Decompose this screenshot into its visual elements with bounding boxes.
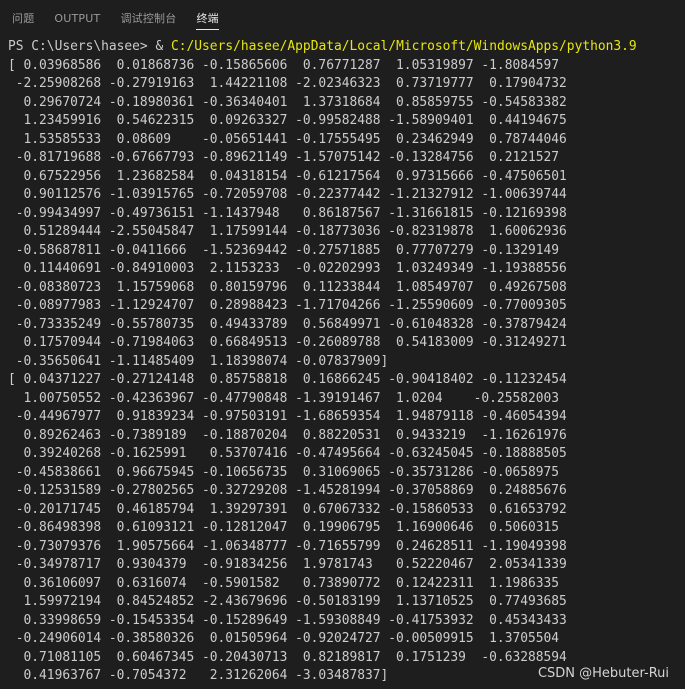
prompt-text: PS C:\Users\hasee> <box>8 39 156 54</box>
tab-problems[interactable]: 问题 <box>2 0 44 36</box>
terminal-output-line: 0.33998659 -0.15453354 -0.15289649 -1.59… <box>8 612 567 628</box>
terminal-output-line: [ 0.04371227 -0.27124148 0.85758818 0.16… <box>8 372 567 387</box>
terminal-output-line: 0.39240268 -0.1625991 0.53707416 -0.4749… <box>8 446 567 461</box>
terminal-output-line: -0.73079376 1.90575664 -1.06348777 -0.71… <box>8 538 567 554</box>
terminal-output-line: -0.58687811 -0.0411666 -1.52369442 -0.27… <box>8 242 560 258</box>
tab-debug-console[interactable]: 调试控制台 <box>110 0 186 36</box>
terminal-output-line: 0.11440691 -0.84910003 2.1153233 -0.0220… <box>8 261 567 276</box>
terminal-output-line: -2.25908268 -0.27919163 1.44221108 -2.02… <box>8 76 567 91</box>
terminal-output-line: 0.89262463 -0.7389189 -0.18870204 0.8822… <box>8 427 567 443</box>
terminal-output-line: 0.90112576 -1.03915765 -0.72059708 -0.22… <box>8 187 567 202</box>
terminal-output-line: -0.08380723 1.15759068 0.80159796 0.1123… <box>8 279 567 295</box>
terminal-output-line: 1.23459916 0.54622315 0.09263327 -0.9958… <box>8 113 567 128</box>
watermark: CSDN @Hebuter-Rui <box>537 666 669 681</box>
terminal-output-line: -0.99434997 -0.49736151 -1.1437948 0.861… <box>8 205 567 221</box>
terminal-output-line: [ 0.03968586 0.01868736 -0.15865606 0.76… <box>8 57 560 73</box>
terminal-output-line: -0.73335249 -0.55780735 0.49433789 0.568… <box>8 316 567 332</box>
terminal-output-line: -0.24906014 -0.38580326 0.01505964 -0.92… <box>8 631 560 646</box>
terminal-output-line: -0.45838661 0.96675945 -0.10656735 0.310… <box>8 464 560 480</box>
terminal-output-line: 1.00750552 -0.42363967 -0.47790848 -1.39… <box>8 390 560 406</box>
terminal-output-line: 0.67522956 1.23682584 0.04318154 -0.6121… <box>8 168 567 184</box>
terminal-output-line: -0.44967977 0.91839234 -0.97503191 -1.68… <box>8 409 567 424</box>
terminal-output-line: -0.34978717 0.9304379 -0.91834256 1.9781… <box>8 557 567 572</box>
terminal-output-line: -0.20171745 0.46185794 1.39297391 0.6706… <box>8 501 567 517</box>
terminal-output-line: -0.12531589 -0.27802565 -0.32729208 -1.4… <box>8 483 567 498</box>
terminal-output-line: -0.81719688 -0.67667793 -0.89621149 -1.5… <box>8 150 560 165</box>
array-output: [ 0.03968586 0.01868736 -0.15865606 0.76… <box>8 57 685 686</box>
call-operator: & <box>155 39 171 54</box>
tab-terminal[interactable]: 终端 <box>186 0 228 36</box>
tab-output[interactable]: OUTPUT <box>44 0 110 36</box>
terminal-output-line: 1.59972194 0.84524852 -2.43679696 -0.501… <box>8 594 567 609</box>
terminal-output-line: -0.35650641 -1.11485409 1.18398074 -0.07… <box>8 353 389 369</box>
terminal-output-line: 0.17570944 -0.71984063 0.66849513 -0.260… <box>8 335 567 350</box>
python-executable-path: C:/Users/hasee/AppData/Local/Microsoft/W… <box>171 39 637 54</box>
terminal-output-line: 0.51289444 -2.55045847 1.17599144 -0.187… <box>8 224 567 239</box>
terminal-output-line: -0.08977983 -1.12924707 0.28988423 -1.71… <box>8 298 567 313</box>
terminal-output-line: 0.36106097 0.6316074 -0.5901582 0.738907… <box>8 575 560 591</box>
terminal-output-line: -0.86498398 0.61093121 -0.12812047 0.199… <box>8 520 560 535</box>
terminal-output-line: 0.29670724 -0.18980361 -0.36340401 1.373… <box>8 94 567 110</box>
terminal-output[interactable]: PS C:\Users\hasee> & C:/Users/hasee/AppD… <box>0 38 685 689</box>
panel-tab-bar: 问题 OUTPUT 调试控制台 终端 <box>0 0 685 36</box>
terminal-output-line: 1.53585533 0.08609 -0.05651441 -0.175554… <box>8 131 567 147</box>
terminal-prompt-line: PS C:\Users\hasee> & C:/Users/hasee/AppD… <box>8 38 685 57</box>
terminal-output-line: 0.71081105 0.60467345 -0.20430713 0.8218… <box>8 649 567 665</box>
